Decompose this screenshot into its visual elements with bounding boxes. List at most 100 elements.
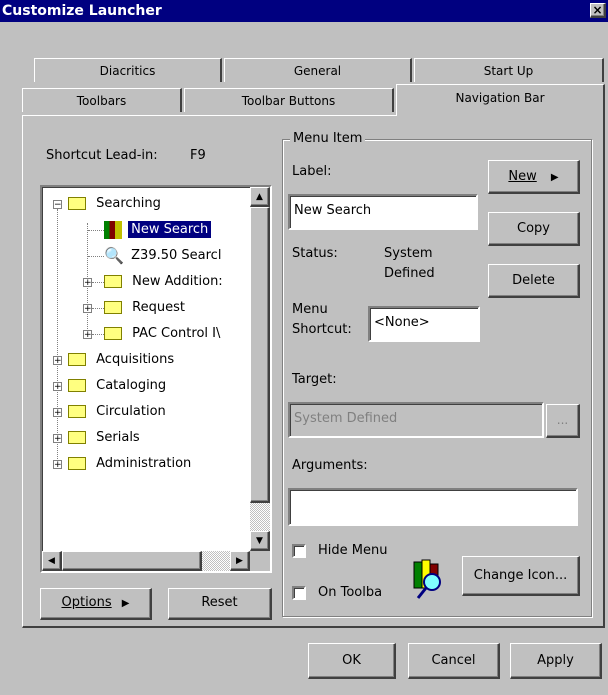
expand-icon[interactable]: +	[53, 434, 62, 444]
horizontal-scroll-thumb[interactable]	[62, 551, 202, 571]
new-label: New	[508, 169, 537, 184]
hide-menu-checkbox[interactable]	[292, 544, 306, 558]
title-bar: Customize Launcher	[0, 0, 608, 22]
expand-icon[interactable]: +	[83, 304, 92, 314]
menu-shortcut-input[interactable]: <None>	[368, 306, 480, 342]
scroll-down-arrow-icon[interactable]: ▼	[250, 531, 270, 551]
apply-button[interactable]: Apply	[510, 643, 602, 679]
tree-item-cataloging[interactable]: Cataloging	[68, 373, 166, 399]
scroll-left-arrow-icon[interactable]: ◀	[42, 551, 62, 571]
menu-shortcut-caption-2: Shortcut:	[292, 322, 352, 337]
tree-item-label: Cataloging	[96, 378, 167, 393]
menu-shortcut-caption-1: Menu	[292, 302, 328, 317]
close-icon: ×	[592, 3, 603, 17]
tab-label: Toolbar Buttons	[241, 94, 336, 108]
expand-icon[interactable]: +	[53, 460, 62, 470]
folder-icon	[68, 353, 86, 366]
target-caption: Target:	[292, 372, 337, 387]
window-title: Customize Launcher	[2, 3, 162, 19]
tab-label: Diacritics	[99, 64, 156, 78]
copy-button[interactable]: Copy	[488, 212, 580, 246]
tree-item-serials[interactable]: Serials	[68, 425, 140, 451]
tab-general[interactable]: General	[224, 58, 412, 82]
tree-item-z3950-search[interactable]: 🔍 Z39.50 Searcl	[104, 243, 221, 269]
tree-item-circulation[interactable]: Circulation	[68, 399, 166, 425]
browse-button[interactable]: ...	[546, 404, 580, 438]
collapse-icon[interactable]: −	[53, 200, 62, 210]
arguments-input[interactable]	[288, 488, 578, 526]
magnifier-icon: 🔍	[104, 245, 124, 265]
arrow-right-icon: ▶	[121, 598, 130, 609]
tree-item-label: PAC Control I\	[132, 326, 221, 341]
folder-icon	[104, 275, 122, 288]
on-toolbar-label: On Toolba	[318, 585, 383, 600]
copy-label: Copy	[517, 221, 550, 236]
ok-label: OK	[342, 653, 361, 668]
scroll-up-arrow-icon[interactable]: ▲	[250, 187, 270, 207]
customize-launcher-dialog: Customize Launcher × Diacritics General …	[0, 0, 608, 695]
tab-label: Toolbars	[76, 94, 127, 108]
tree-item-label: New Search	[127, 220, 213, 239]
tab-diacritics[interactable]: Diacritics	[34, 58, 222, 82]
on-toolbar-checkbox[interactable]	[292, 586, 306, 600]
tree-item-label: Z39.50 Searcl	[131, 248, 222, 263]
arguments-caption: Arguments:	[292, 458, 368, 473]
folder-icon	[68, 405, 86, 418]
shortcut-lead-in-label: Shortcut Lead-in:	[46, 148, 158, 163]
options-label: Options	[61, 595, 112, 610]
tab-toolbars[interactable]: Toolbars	[22, 88, 182, 112]
options-button[interactable]: Options ▶	[40, 588, 152, 620]
tree-item-request[interactable]: Request	[104, 295, 185, 321]
status-value-line1: System	[384, 246, 433, 261]
shortcut-lead-in-value: F9	[190, 148, 206, 163]
expand-icon[interactable]: +	[53, 408, 62, 418]
tree-item-acquisitions[interactable]: Acquisitions	[68, 347, 174, 373]
close-button[interactable]: ×	[590, 3, 606, 18]
tab-toolbar-buttons[interactable]: Toolbar Buttons	[184, 88, 394, 112]
expand-icon[interactable]: +	[83, 330, 92, 340]
expand-icon[interactable]: +	[53, 382, 62, 392]
tab-label: Start Up	[483, 64, 534, 78]
tree-item-searching[interactable]: Searching	[68, 191, 161, 217]
vertical-scroll-thumb[interactable]	[250, 207, 270, 503]
open-folder-icon	[68, 197, 86, 210]
tree-item-label: Circulation	[96, 404, 166, 419]
menu-item-group-label: Menu Item	[290, 131, 366, 146]
tab-navigation-bar[interactable]: Navigation Bar	[396, 84, 605, 116]
new-search-icon	[104, 220, 122, 239]
cancel-label: Cancel	[431, 653, 476, 668]
folder-icon	[68, 431, 86, 444]
delete-button[interactable]: Delete	[488, 264, 580, 298]
hide-menu-label: Hide Menu	[318, 543, 388, 558]
expand-icon[interactable]: +	[53, 356, 62, 366]
navigation-tree[interactable]: − Searching New Search 🔍 Z39.50 Searcl +…	[40, 185, 272, 573]
tree-item-pac-control[interactable]: PAC Control I\	[104, 321, 220, 347]
tab-start-up[interactable]: Start Up	[414, 58, 604, 82]
target-input[interactable]: System Defined	[288, 402, 544, 438]
label-caption: Label:	[292, 164, 332, 179]
tree-item-administration[interactable]: Administration	[68, 451, 191, 477]
cancel-button[interactable]: Cancel	[408, 643, 500, 679]
folder-icon	[104, 301, 122, 314]
status-caption: Status:	[292, 246, 338, 261]
scroll-right-arrow-icon[interactable]: ▶	[230, 551, 250, 571]
tree-item-label: Acquisitions	[96, 352, 175, 367]
tree-item-new-additions[interactable]: New Addition:	[104, 269, 223, 295]
reset-button[interactable]: Reset	[168, 588, 272, 620]
tree-item-new-search[interactable]: New Search	[104, 217, 213, 243]
change-icon-button[interactable]: Change Icon...	[462, 556, 580, 596]
tab-label: General	[293, 64, 342, 78]
tree-item-label: Administration	[96, 456, 192, 471]
folder-icon	[104, 327, 122, 340]
ok-button[interactable]: OK	[308, 643, 396, 679]
tree-item-label: New Addition:	[132, 274, 223, 289]
tab-label: Navigation Bar	[455, 91, 545, 105]
tree-item-label: Request	[132, 300, 185, 315]
apply-label: Apply	[537, 653, 574, 668]
new-button[interactable]: New ▶	[488, 160, 580, 194]
vertical-scrollbar[interactable]: ▲ ▼	[250, 187, 270, 551]
label-input[interactable]: New Search	[288, 194, 478, 230]
expand-icon[interactable]: +	[83, 278, 92, 288]
reset-label: Reset	[201, 595, 238, 610]
horizontal-scrollbar[interactable]: ◀ ▶	[42, 551, 250, 571]
